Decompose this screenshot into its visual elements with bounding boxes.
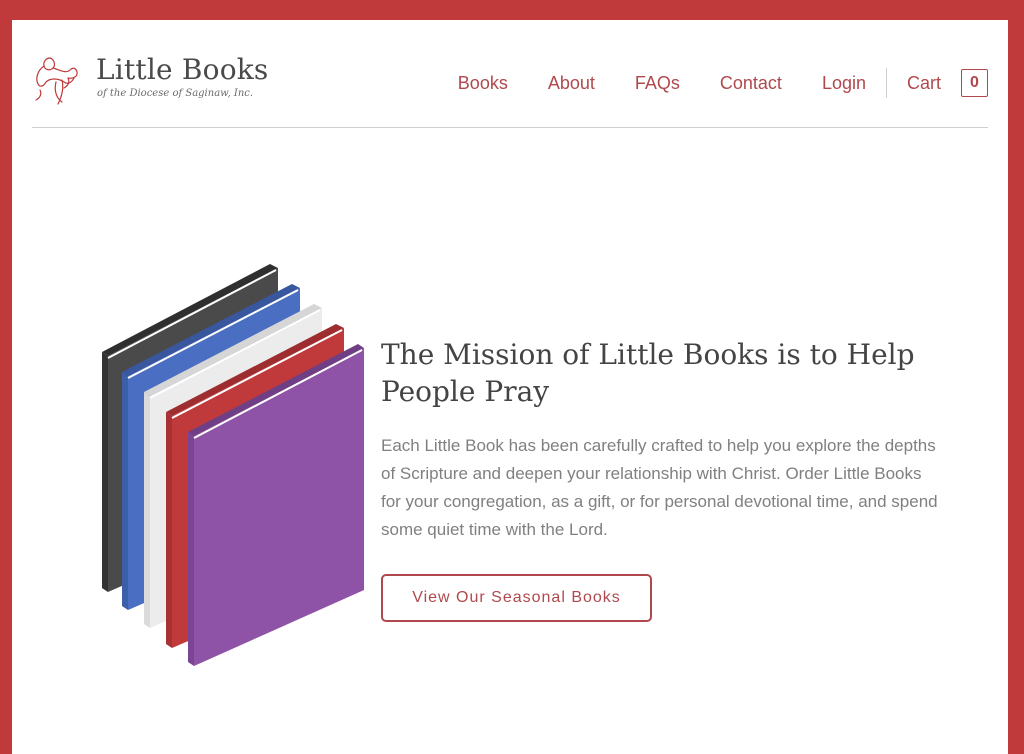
nav-link-contact[interactable]: Contact bbox=[720, 73, 782, 94]
nav-link-books[interactable]: Books bbox=[458, 73, 508, 94]
hero-title: The Mission of Little Books is to Help P… bbox=[381, 338, 915, 408]
nav-link-login[interactable]: Login bbox=[822, 73, 866, 94]
site-header: Little Books of the Diocese of Saginaw, … bbox=[32, 20, 988, 128]
page-frame: Little Books of the Diocese of Saginaw, … bbox=[12, 20, 1008, 754]
nav-link-cart[interactable]: Cart bbox=[907, 73, 941, 94]
nav-link-faqs[interactable]: FAQs bbox=[635, 73, 680, 94]
mother-and-child-line-art-icon bbox=[35, 57, 78, 105]
brand-subtitle: of the Diocese of Saginaw, Inc. bbox=[97, 88, 254, 99]
site-logo[interactable]: Little Books of the Diocese of Saginaw, … bbox=[32, 52, 269, 106]
view-seasonal-books-button[interactable]: View Our Seasonal Books bbox=[381, 574, 652, 622]
nav-link-about[interactable]: About bbox=[548, 73, 595, 94]
hero-section: The Mission of Little Books is to Help P… bbox=[381, 336, 941, 622]
brand-name: Little Books bbox=[96, 53, 269, 86]
nav-divider bbox=[885, 68, 887, 98]
hero-description: Each Little Book has been carefully craf… bbox=[381, 436, 938, 539]
main-nav: Books About FAQs Contact Login Cart 0 bbox=[458, 68, 988, 98]
cart-count-badge[interactable]: 0 bbox=[961, 69, 988, 97]
stacked-books-illustration bbox=[100, 260, 364, 675]
